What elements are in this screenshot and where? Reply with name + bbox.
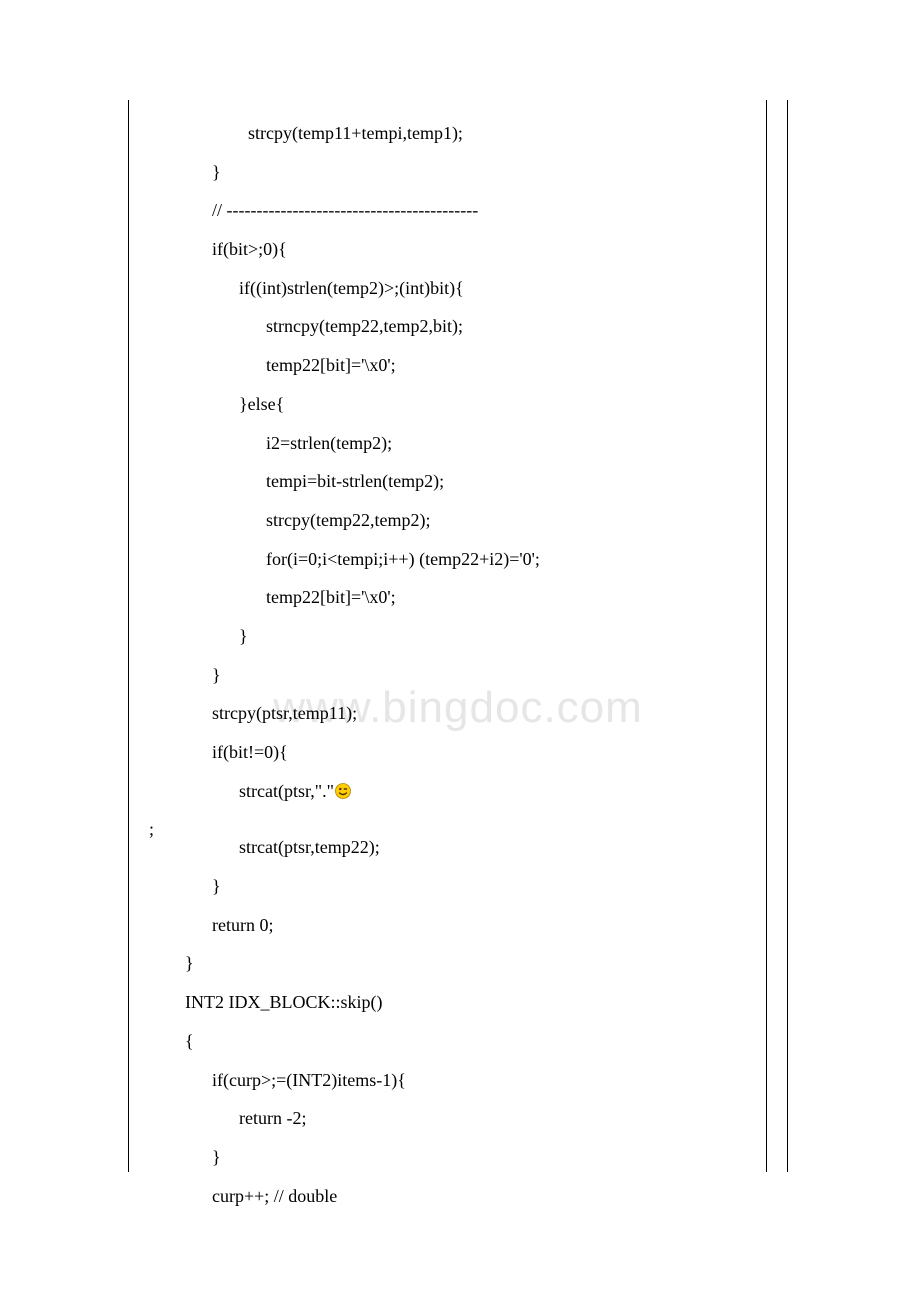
code-line: return -2;	[149, 1099, 757, 1138]
code-line: strcat(ptsr,"."	[149, 772, 757, 811]
code-line: temp22[bit]='\x0';	[149, 346, 757, 385]
code-line: tempi=bit-strlen(temp2);	[149, 462, 757, 501]
code-line: ;	[149, 810, 757, 828]
code-line: {	[149, 1022, 757, 1061]
code-line: // -------------------------------------…	[149, 191, 757, 230]
code-line: for(i=0;i<tempi;i++) (temp22+i2)='0';	[149, 540, 757, 579]
code-line: strcpy(temp22,temp2);	[149, 501, 757, 540]
code-line: }else{	[149, 385, 757, 424]
code-line: if(curp>;=(INT2)items-1){	[149, 1061, 757, 1100]
code-line: strncpy(temp22,temp2,bit);	[149, 307, 757, 346]
code-line: }	[149, 617, 757, 656]
code-line: strcpy(ptsr,temp11);	[149, 694, 757, 733]
code-line: }	[149, 1138, 757, 1177]
code-line: temp22[bit]='\x0';	[149, 578, 757, 617]
wink-emoji-icon	[335, 783, 351, 799]
document-page-border: www.bingdoc.com strcpy(temp11+tempi,temp…	[128, 100, 788, 1172]
code-line: if(bit>;0){	[149, 230, 757, 269]
code-line: if(bit!=0){	[149, 733, 757, 772]
code-line: if((int)strlen(temp2)>;(int)bit){	[149, 269, 757, 308]
code-line: strcpy(temp11+tempi,temp1);	[149, 114, 757, 153]
code-line: }	[149, 867, 757, 906]
code-line: return 0;	[149, 906, 757, 945]
code-line: }	[149, 944, 757, 983]
code-line: INT2 IDX_BLOCK::skip()	[149, 983, 757, 1022]
code-line: curp++; // double	[149, 1177, 757, 1216]
code-container: strcpy(temp11+tempi,temp1); } // -------…	[149, 114, 757, 1215]
code-line: }	[149, 153, 757, 192]
code-line: }	[149, 656, 757, 695]
code-line: strcat(ptsr,temp22);	[149, 828, 757, 867]
stray-semicolon: ;	[149, 810, 154, 849]
code-line: i2=strlen(temp2);	[149, 424, 757, 463]
code-content: strcpy(temp11+tempi,temp1); } // -------…	[129, 100, 787, 1215]
